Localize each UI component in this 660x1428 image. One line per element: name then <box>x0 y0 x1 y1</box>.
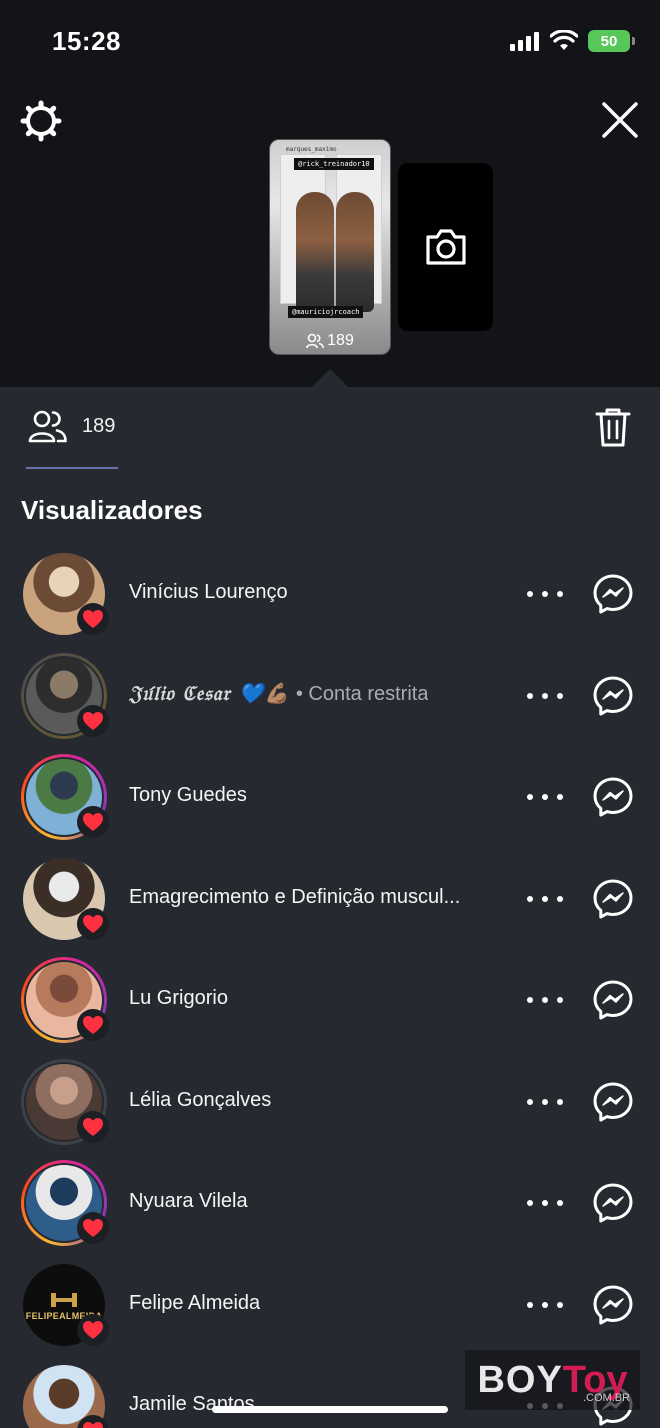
more-options-button[interactable] <box>527 889 563 909</box>
liked-badge <box>77 1009 109 1041</box>
more-options-button[interactable] <box>527 1092 563 1112</box>
status-time: 15:28 <box>52 26 121 56</box>
story-view-count: 189 <box>270 332 390 350</box>
viewer-name[interactable]: Emagrecimento e Definição muscul... <box>129 886 460 909</box>
more-options-button[interactable] <box>527 584 563 604</box>
story-preview-area: 15:28 50 marques_maximo @rick_treinador1… <box>0 0 660 387</box>
viewer-row[interactable]: Tony Guedes <box>0 746 660 848</box>
liked-badge <box>77 603 109 635</box>
selection-pointer <box>312 369 348 387</box>
messenger-icon[interactable] <box>592 573 634 615</box>
messenger-icon[interactable] <box>592 776 634 818</box>
story-username: marques_maximo <box>286 146 337 153</box>
liked-badge <box>77 907 109 940</box>
battery-icon: 50 <box>588 30 635 52</box>
liked-badge <box>77 806 109 838</box>
watermark-boy: BOY <box>477 1358 563 1401</box>
messenger-icon[interactable] <box>592 675 634 717</box>
story-person-left <box>296 192 334 312</box>
delete-trash-icon[interactable] <box>594 406 632 448</box>
viewer-name[interactable]: Lélia Gonçalves <box>129 1089 271 1112</box>
heart-icon <box>83 1219 103 1237</box>
story-thumbnail[interactable]: marques_maximo @rick_treinador10 @mauric… <box>269 139 391 355</box>
section-title: Visualizadores <box>21 495 203 525</box>
status-icons: 50 <box>510 30 635 52</box>
people-icon <box>306 333 325 349</box>
more-options-button[interactable] <box>527 686 563 706</box>
tab-active-indicator <box>26 467 118 469</box>
viewer-row[interactable]: Lu Grigorio <box>0 949 660 1051</box>
viewer-row[interactable]: Emagrecimento e Definição muscul... <box>0 848 660 950</box>
more-options-button[interactable] <box>527 1193 563 1213</box>
camera-icon <box>425 229 466 265</box>
viewer-name[interactable]: 𝔍𝔲́𝔩𝔦𝔬 ℭ𝔢𝔰𝔞𝔯 💙💪🏽 • Conta restrita <box>129 681 428 706</box>
liked-badge <box>77 1110 109 1143</box>
heart-icon <box>83 1422 103 1428</box>
more-options-button[interactable] <box>527 787 563 807</box>
viewer-name[interactable]: Tony Guedes <box>129 784 247 807</box>
messenger-icon[interactable] <box>592 1284 634 1326</box>
viewers-count: 189 <box>82 414 116 437</box>
messenger-icon[interactable] <box>592 878 634 920</box>
story-person-right <box>336 192 374 312</box>
more-options-button[interactable] <box>527 990 563 1010</box>
story-mention-bottom: @mauriciojrcoach <box>288 306 364 318</box>
heart-icon <box>83 1320 103 1339</box>
add-story-camera-button[interactable] <box>398 163 493 331</box>
close-icon[interactable] <box>598 98 642 142</box>
restricted-label: • Conta restrita <box>290 682 429 705</box>
tab-viewers[interactable]: 189 <box>28 408 115 444</box>
signal-icon <box>510 32 539 51</box>
heart-icon <box>83 610 103 628</box>
battery-level: 50 <box>600 32 618 50</box>
messenger-icon[interactable] <box>592 1081 634 1123</box>
heart-icon <box>83 1016 103 1034</box>
settings-gear-icon[interactable] <box>20 100 62 142</box>
viewers-list: Vinícius Lourenço 𝔍𝔲́𝔩𝔦𝔬 ℭ𝔢𝔰𝔞𝔯 💙💪🏽 • Con… <box>0 543 660 1428</box>
heart-icon <box>83 914 103 933</box>
viewer-row[interactable]: Vinícius Lourenço <box>0 543 660 645</box>
viewer-name[interactable]: Nyuara Vilela <box>129 1190 248 1213</box>
story-view-count-value: 189 <box>327 332 354 349</box>
viewer-name-text: 𝔍𝔲́𝔩𝔦𝔬 ℭ𝔢𝔰𝔞𝔯 💙💪🏽 <box>129 680 291 705</box>
messenger-icon[interactable] <box>592 1182 634 1224</box>
viewer-row[interactable]: FELIPEALMEIDA Felipe Almeida <box>0 1254 660 1356</box>
watermark-logo: BOY Toy .COM.BR <box>465 1350 640 1410</box>
heart-icon <box>83 1117 103 1136</box>
messenger-icon[interactable] <box>592 979 634 1021</box>
liked-badge <box>77 1313 109 1346</box>
viewer-name[interactable]: Lu Grigorio <box>129 987 228 1010</box>
viewers-icon <box>28 410 67 443</box>
dumbbell-icon <box>51 1292 77 1307</box>
watermark-sub: .COM.BR <box>582 1392 630 1404</box>
liked-badge <box>77 704 109 737</box>
home-indicator[interactable] <box>212 1406 448 1413</box>
heart-icon <box>83 813 103 831</box>
liked-badge <box>77 1212 109 1244</box>
viewer-row[interactable]: Lélia Gonçalves <box>0 1051 660 1153</box>
heart-icon <box>83 711 103 730</box>
viewer-row[interactable]: Nyuara Vilela <box>0 1152 660 1254</box>
viewer-name[interactable]: Vinícius Lourenço <box>129 581 288 604</box>
story-mention-top: @rick_treinador10 <box>294 158 374 170</box>
viewer-name[interactable]: Felipe Almeida <box>129 1292 260 1315</box>
viewer-row[interactable]: 𝔍𝔲́𝔩𝔦𝔬 ℭ𝔢𝔰𝔞𝔯 💙💪🏽 • Conta restrita <box>0 645 660 747</box>
more-options-button[interactable] <box>527 1295 563 1315</box>
wifi-icon <box>550 30 578 50</box>
